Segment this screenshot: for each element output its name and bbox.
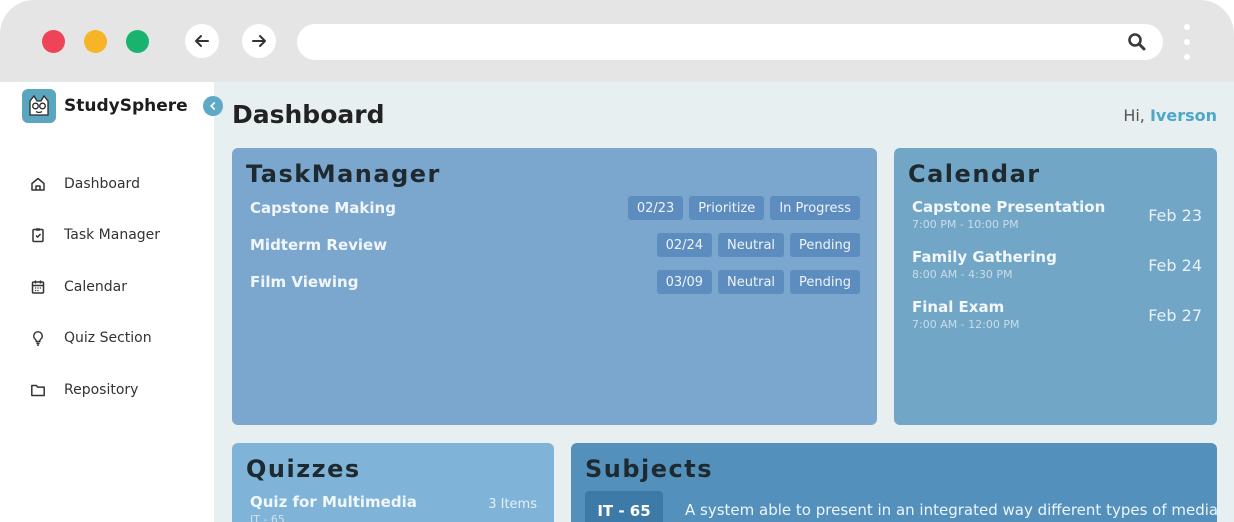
sidebar-item-label: Quiz Section [64,330,152,347]
task-manager-title: TaskManager [246,160,441,188]
sidebar-item-repository[interactable]: Repository [0,364,214,416]
calendar-event[interactable]: Final Exam 7:00 AM - 12:00 PM Feb 27 [912,298,1202,338]
task-tags: 03/09 Neutral Pending [656,270,860,294]
quiz-item[interactable]: Quiz for Multimedia IT - 65 3 Items [250,493,537,522]
sidebar-item-label: Calendar [64,278,127,295]
event-name: Final Exam [912,298,1005,316]
sidebar-item-task-manager[interactable]: Task Manager [0,210,214,262]
task-priority-badge: Prioritize [689,196,765,220]
sidebar-item-quiz-section[interactable]: Quiz Section [0,313,214,365]
lightbulb-icon [30,330,46,346]
task-date-badge: 02/23 [627,196,684,220]
task-status-badge: In Progress [770,196,860,220]
calendar-title: Calendar [908,160,1041,188]
address-bar[interactable] [297,24,1163,60]
quiz-item-count: 3 Items [488,497,537,512]
user-greeting: Hi, Iverson [1123,106,1217,125]
quizzes-card: Quizzes Quiz for Multimedia IT - 65 3 It… [232,443,554,522]
brand[interactable]: StudySphere [22,89,188,123]
clipboard-check-icon [30,227,46,243]
task-name: Film Viewing [250,273,359,291]
sidebar-item-dashboard[interactable]: Dashboard [0,158,214,210]
calendar-card: Calendar Capstone Presentation 7:00 PM -… [894,148,1217,425]
browser-window: StudySphere Dashboard Task Manager Calen… [0,0,1234,522]
sidebar-nav: Dashboard Task Manager Calendar Quiz Sec… [0,158,214,416]
sidebar-item-label: Repository [64,381,139,398]
task-date-badge: 02/24 [656,233,713,257]
quiz-subject-code: IT - 65 [250,513,285,522]
main-content: Dashboard Hi, Iverson TaskManager Capsto… [214,82,1234,522]
sidebar: StudySphere Dashboard Task Manager Calen… [0,82,214,522]
sidebar-item-label: Dashboard [64,175,140,192]
home-icon [30,176,46,192]
brand-name: StudySphere [64,96,188,116]
task-status-badge: Pending [790,233,860,257]
sidebar-collapse-button[interactable] [203,96,223,116]
quiz-name: Quiz for Multimedia [250,493,417,511]
calendar-icon [30,279,46,295]
task-date-badge: 03/09 [656,270,713,294]
event-date: Feb 23 [1148,206,1202,225]
event-date: Feb 24 [1148,256,1202,275]
sidebar-item-label: Task Manager [64,227,161,244]
chevron-left-icon [210,102,216,110]
event-time: 7:00 AM - 12:00 PM [912,318,1020,331]
task-row[interactable]: Capstone Making 02/23 Prioritize In Prog… [250,195,860,221]
event-date: Feb 27 [1148,306,1202,325]
task-priority-badge: Neutral [718,233,785,257]
task-status-badge: Pending [790,270,860,294]
sidebar-item-calendar[interactable]: Calendar [0,261,214,313]
task-manager-card: TaskManager Capstone Making 02/23 Priori… [232,148,877,425]
task-tags: 02/23 Prioritize In Progress [627,196,860,220]
greeting-prefix: Hi, [1123,106,1145,125]
back-button[interactable] [185,24,219,58]
url-input[interactable] [317,24,1107,60]
task-name: Capstone Making [250,199,396,217]
forward-button[interactable] [242,24,276,58]
subjects-title: Subjects [585,455,714,483]
app-container: StudySphere Dashboard Task Manager Calen… [0,82,1234,522]
subject-description: A system able to present in an integrate… [685,501,1217,519]
task-priority-badge: Neutral [718,270,785,294]
event-name: Family Gathering [912,248,1057,266]
arrow-right-icon [252,35,266,47]
folder-icon [30,382,46,398]
task-row[interactable]: Midterm Review 02/24 Neutral Pending [250,232,860,258]
browser-toolbar [0,0,1234,82]
calendar-event[interactable]: Capstone Presentation 7:00 PM - 10:00 PM… [912,198,1202,238]
page-title: Dashboard [232,100,385,129]
user-name[interactable]: Iverson [1150,106,1217,125]
subject-code-badge[interactable]: IT - 65 [585,491,663,522]
window-maximize-dot[interactable] [126,30,149,53]
event-name: Capstone Presentation [912,198,1106,216]
kebab-menu-icon[interactable] [1180,22,1194,62]
task-name: Midterm Review [250,236,388,254]
quizzes-title: Quizzes [246,455,361,483]
window-minimize-dot[interactable] [84,30,107,53]
arrow-left-icon [195,35,209,47]
subjects-card: Subjects IT - 65 A system able to presen… [571,443,1217,522]
cat-logo-icon [22,89,56,123]
window-close-dot[interactable] [42,30,65,53]
task-tags: 02/24 Neutral Pending [656,233,860,257]
calendar-event[interactable]: Family Gathering 8:00 AM - 4:30 PM Feb 2… [912,248,1202,288]
task-row[interactable]: Film Viewing 03/09 Neutral Pending [250,269,860,295]
event-time: 7:00 PM - 10:00 PM [912,218,1019,231]
event-time: 8:00 AM - 4:30 PM [912,268,1013,281]
search-icon[interactable] [1127,32,1147,52]
